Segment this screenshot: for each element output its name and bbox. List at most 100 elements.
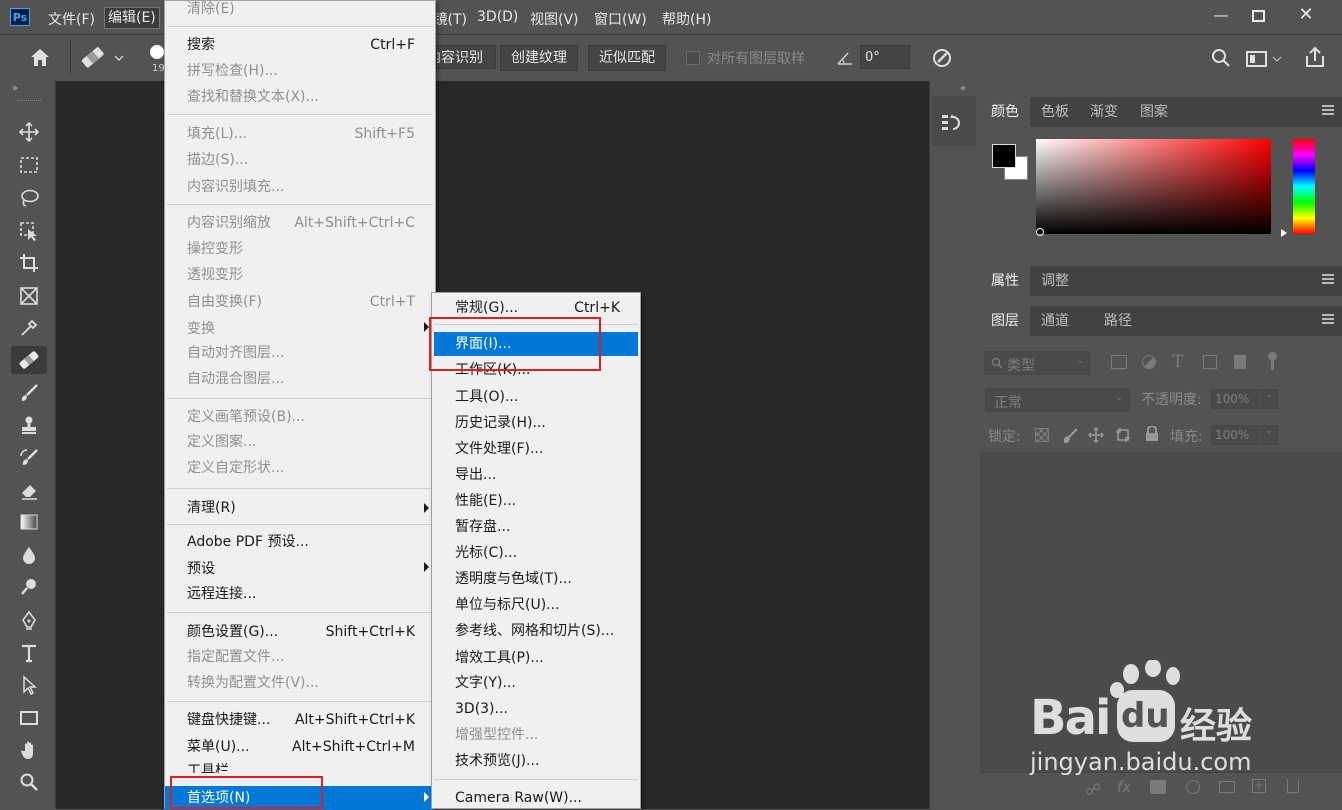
menu-item-pdf-presets[interactable]: Adobe PDF 预设... bbox=[187, 530, 415, 554]
menu-window[interactable]: 窗口(W) bbox=[594, 9, 647, 29]
hue-slider-handle[interactable] bbox=[1281, 229, 1287, 237]
add-mask-icon[interactable] bbox=[1150, 780, 1166, 794]
workspace-switcher[interactable] bbox=[1246, 50, 1282, 68]
crop-tool[interactable] bbox=[15, 249, 43, 277]
menu-item-puppet-warp[interactable]: 操控变形 bbox=[187, 237, 415, 261]
color-field[interactable] bbox=[1036, 139, 1271, 234]
tab-paths[interactable]: 路径 bbox=[1093, 306, 1143, 336]
toolbar-grip[interactable] bbox=[17, 100, 41, 103]
hand-tool[interactable] bbox=[15, 736, 43, 764]
fill-input[interactable]: 100% bbox=[1211, 425, 1259, 445]
blur-tool[interactable] bbox=[15, 541, 43, 569]
menu-item-stroke[interactable]: 描边(S)... bbox=[187, 148, 415, 172]
menu-edit[interactable]: 编辑(E) bbox=[104, 7, 160, 29]
pen-tool[interactable] bbox=[15, 606, 43, 634]
submenu-item-camera-raw[interactable]: Camera Raw(W)... bbox=[455, 786, 620, 810]
eraser-tool[interactable] bbox=[15, 476, 43, 504]
panel-menu-icon[interactable] bbox=[1322, 314, 1334, 324]
menu-item-fill[interactable]: 填充(L)... Shift+F5 bbox=[187, 122, 415, 146]
menu-item-menus[interactable]: 菜单(U)... Alt+Shift+Ctrl+M bbox=[187, 735, 415, 759]
menu-item-spell-check[interactable]: 拼写检查(H)... bbox=[187, 59, 415, 83]
submenu-item-transparency[interactable]: 透明度与色域(T)... bbox=[455, 567, 620, 591]
menu-item-keyboard-shortcuts[interactable]: 键盘快捷键... Alt+Shift+Ctrl+K bbox=[187, 708, 415, 732]
rectangle-tool[interactable] bbox=[15, 704, 43, 732]
opacity-input[interactable]: 100% bbox=[1211, 389, 1259, 409]
menu-item-toolbar[interactable]: 工具栏... bbox=[187, 759, 415, 773]
filter-adjustment-icon[interactable] bbox=[1142, 355, 1156, 369]
submenu-item-cursors[interactable]: 光标(C)... bbox=[455, 541, 620, 565]
content-aware-button[interactable]: 内容识别 bbox=[436, 45, 496, 69]
menu-item-search[interactable]: 搜索 Ctrl+F bbox=[187, 33, 415, 57]
submenu-item-export[interactable]: 导出... bbox=[455, 463, 620, 487]
menu-item-convert-profile[interactable]: 转换为配置文件(V)... bbox=[187, 671, 415, 695]
submenu-item-guides-grid[interactable]: 参考线、网格和切片(S)... bbox=[455, 619, 620, 643]
submenu-item-plugins[interactable]: 增效工具(P)... bbox=[455, 646, 620, 670]
search-button[interactable] bbox=[1210, 47, 1232, 69]
type-tool[interactable] bbox=[15, 639, 43, 667]
eyedropper-tool[interactable] bbox=[15, 314, 43, 342]
menu-item-clear[interactable]: 清除(E) bbox=[187, 0, 415, 21]
menu-3d[interactable]: 3D(D) bbox=[477, 9, 518, 25]
lasso-tool[interactable] bbox=[15, 184, 43, 212]
submenu-item-enhanced-controls[interactable]: 增强型控件... bbox=[455, 723, 620, 747]
tab-gradients[interactable]: 渐变 bbox=[1079, 97, 1129, 127]
color-picker-cursor[interactable] bbox=[1036, 228, 1044, 236]
foreground-color-swatch[interactable] bbox=[992, 144, 1016, 168]
menu-help[interactable]: 帮助(H) bbox=[662, 9, 711, 29]
dodge-tool[interactable] bbox=[15, 573, 43, 601]
filter-type-icon[interactable]: T bbox=[1172, 352, 1183, 372]
menu-item-auto-align[interactable]: 自动对齐图层... bbox=[187, 341, 415, 365]
menu-item-presets[interactable]: 预设 bbox=[187, 557, 415, 581]
brush-preset-picker[interactable] bbox=[80, 45, 128, 71]
menu-item-assign-profile[interactable]: 指定配置文件... bbox=[187, 645, 415, 669]
tab-swatches[interactable]: 色板 bbox=[1030, 97, 1080, 127]
home-button[interactable] bbox=[28, 46, 52, 70]
submenu-item-scratch-disks[interactable]: 暂存盘... bbox=[455, 515, 620, 539]
menu-item-transform[interactable]: 变换 bbox=[187, 317, 415, 341]
fx-icon[interactable]: fx bbox=[1117, 778, 1131, 796]
link-layers-icon[interactable]: ☍ bbox=[1085, 780, 1101, 799]
collapse-toolbar-icon[interactable]: » bbox=[12, 83, 18, 94]
move-tool[interactable] bbox=[15, 118, 43, 146]
new-layer-icon[interactable]: + bbox=[1252, 779, 1266, 793]
submenu-item-units-rulers[interactable]: 单位与标尺(U)... bbox=[455, 593, 620, 617]
submenu-item-type[interactable]: 文字(Y)... bbox=[455, 671, 620, 695]
sample-all-layers-checkbox[interactable] bbox=[686, 51, 700, 65]
zoom-tool[interactable] bbox=[15, 768, 43, 796]
panel-menu-icon[interactable] bbox=[1322, 274, 1334, 284]
menu-filter[interactable]: 滤镜(T) bbox=[437, 12, 467, 27]
marquee-tool[interactable] bbox=[15, 151, 43, 179]
menu-view[interactable]: 视图(V) bbox=[530, 9, 579, 29]
menu-item-define-pattern[interactable]: 定义图案... bbox=[187, 430, 415, 454]
submenu-item-technology-previews[interactable]: 技术预览(J)... bbox=[455, 749, 620, 773]
tab-properties[interactable]: 属性 bbox=[980, 266, 1030, 296]
pressure-button[interactable] bbox=[930, 46, 954, 70]
close-button[interactable]: ✕ bbox=[1290, 4, 1322, 26]
menu-item-free-transform[interactable]: 自由变换(F) Ctrl+T bbox=[187, 290, 415, 314]
spot-healing-brush-tool[interactable] bbox=[11, 346, 47, 374]
tab-color[interactable]: 颜色 bbox=[980, 97, 1030, 127]
new-adjustment-icon[interactable] bbox=[1186, 780, 1200, 794]
tab-layers[interactable]: 图层 bbox=[980, 306, 1030, 336]
layer-filter-select[interactable]: 类型 ⌄ bbox=[984, 351, 1090, 375]
blend-mode-select[interactable]: 正常 ⌄ bbox=[985, 388, 1130, 412]
lock-transparent-icon[interactable] bbox=[1035, 428, 1049, 442]
menu-item-remote-connections[interactable]: 远程连接... bbox=[187, 582, 415, 606]
gradient-tool[interactable] bbox=[15, 508, 43, 536]
frame-tool[interactable] bbox=[15, 282, 43, 310]
filter-pixel-icon[interactable] bbox=[1111, 355, 1127, 369]
tab-adjustments[interactable]: 调整 bbox=[1030, 266, 1080, 296]
panel-menu-icon[interactable] bbox=[1322, 105, 1334, 115]
share-button[interactable] bbox=[1304, 46, 1326, 68]
menu-item-purge[interactable]: 清理(R) bbox=[187, 496, 415, 520]
submenu-item-3d[interactable]: 3D(3)... bbox=[455, 697, 620, 721]
delete-layer-icon[interactable] bbox=[1287, 779, 1299, 793]
tab-patterns[interactable]: 图案 bbox=[1129, 97, 1179, 127]
history-panel-button[interactable] bbox=[940, 111, 964, 135]
menu-item-define-brush[interactable]: 定义画笔预设(B)... bbox=[187, 405, 415, 429]
lock-all-icon[interactable] bbox=[1145, 426, 1159, 442]
menu-file[interactable]: 文件(F) bbox=[48, 9, 95, 29]
lock-artboard-icon[interactable] bbox=[1115, 427, 1131, 443]
minimize-button[interactable]: — bbox=[1205, 4, 1237, 26]
menu-item-perspective-warp[interactable]: 透视变形 bbox=[187, 263, 415, 287]
